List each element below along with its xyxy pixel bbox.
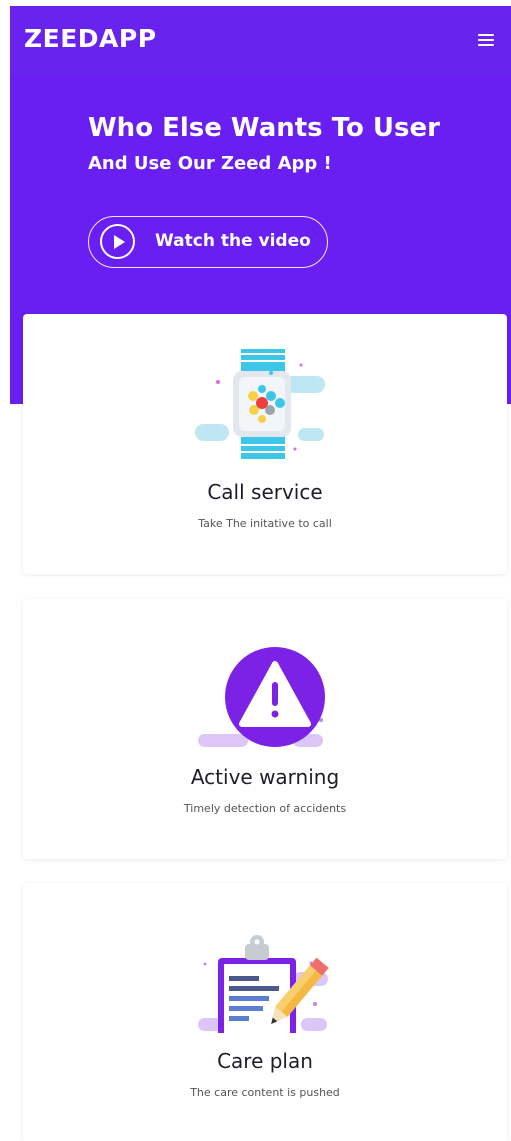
- clipboard-pencil-icon: [198, 935, 329, 1033]
- feature-card-active-warning[interactable]: Active warning Timely detection of accid…: [23, 599, 507, 859]
- warning-icon: [198, 647, 325, 747]
- feature-title: Care plan: [217, 1049, 313, 1073]
- feature-description: Take The initative to call: [198, 517, 332, 530]
- feature-description: The care content is pushed: [190, 1086, 340, 1099]
- app-frame: ZEEDAPP Who Else Wants To User And Use O…: [10, 6, 511, 1141]
- watch-video-label: Watch the video: [155, 231, 311, 251]
- feature-card-care-plan[interactable]: Care plan The care content is pushed: [23, 883, 507, 1141]
- top-bar: ZEEDAPP: [10, 6, 511, 75]
- hamburger-icon[interactable]: [478, 33, 495, 47]
- watch-video-button[interactable]: Watch the video: [88, 216, 328, 268]
- smartwatch-icon: [195, 349, 325, 459]
- feature-title: Call service: [207, 480, 323, 504]
- hero-title: Who Else Wants To User: [88, 113, 440, 143]
- logo[interactable]: ZEEDAPP: [24, 26, 157, 51]
- feature-description: Timely detection of accidents: [183, 802, 347, 815]
- play-icon: [100, 224, 135, 259]
- feature-title: Active warning: [190, 765, 340, 789]
- hero-subtitle: And Use Our Zeed App !: [88, 153, 332, 174]
- feature-card-call-service[interactable]: Call service Take The initative to call: [23, 314, 507, 574]
